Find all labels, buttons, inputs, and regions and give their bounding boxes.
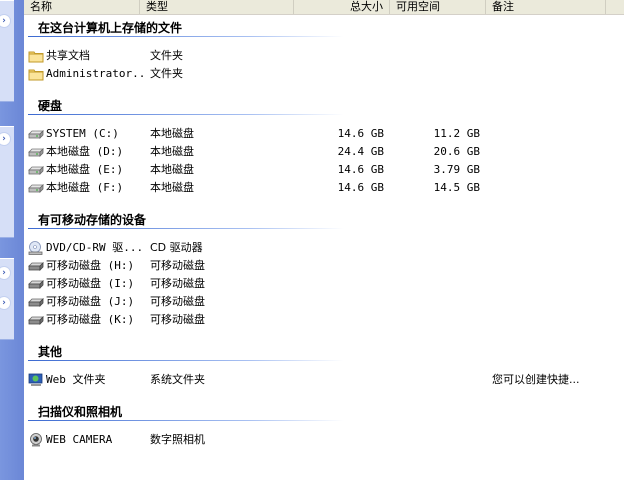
item-name: SYSTEM (C:): [46, 127, 119, 140]
item-free-space: 3.79 GB: [433, 163, 480, 176]
item-type: 文件夹: [150, 49, 183, 62]
list-item[interactable]: DVD/CD-RW 驱... CD 驱动器: [28, 239, 620, 257]
item-type: 可移动磁盘: [150, 313, 205, 326]
item-name: WEB CAMERA: [46, 433, 113, 446]
list-item[interactable]: SYSTEM (C:) 本地磁盘 14.6 GB 11.2 GB: [28, 125, 620, 143]
item-total-size: 14.6 GB: [337, 163, 384, 176]
item-total-size: 14.6 GB: [337, 127, 384, 140]
item-note: 您可以创建快捷...: [492, 373, 580, 386]
list-item[interactable]: 共享文档 文件夹: [28, 47, 620, 65]
item-name: Web 文件夹: [46, 373, 106, 386]
list-item[interactable]: 本地磁盘 (E:) 本地磁盘 14.6 GB 3.79 GB: [28, 161, 620, 179]
folder-icon: [28, 49, 44, 63]
item-type: 可移动磁盘: [150, 295, 205, 308]
item-name: Administrator...: [46, 67, 146, 80]
group-title: 硬盘: [38, 99, 63, 113]
list-item[interactable]: WEB CAMERA 数字照相机: [28, 431, 620, 449]
item-type: 本地磁盘: [150, 127, 194, 140]
item-total-size: 24.4 GB: [337, 145, 384, 158]
item-type: 本地磁盘: [150, 181, 194, 194]
item-name: 可移动磁盘 (K:): [46, 313, 135, 326]
item-name: 可移动磁盘 (J:): [46, 295, 135, 308]
group-title: 在这台计算机上存储的文件: [38, 21, 183, 35]
hard-disk-icon: [28, 145, 44, 159]
hard-disk-icon: [28, 127, 44, 141]
removable-disk-icon: [28, 313, 44, 327]
list-item[interactable]: Administrator... 文件夹: [28, 65, 620, 83]
item-free-space: 14.5 GB: [433, 181, 480, 194]
item-type: 文件夹: [150, 67, 183, 80]
group-title: 其他: [38, 345, 63, 359]
task-pane-strip: › › › ›: [0, 0, 24, 480]
group-divider: [28, 360, 344, 361]
item-type: 本地磁盘: [150, 163, 194, 176]
removable-disk-icon: [28, 277, 44, 291]
item-type: 可移动磁盘: [150, 259, 205, 272]
item-name: 可移动磁盘 (I:): [46, 277, 135, 290]
item-name: 本地磁盘 (F:): [46, 181, 124, 194]
group-title: 扫描仪和照相机: [38, 405, 123, 419]
hard-disk-icon: [28, 181, 44, 195]
item-type: 数字照相机: [150, 433, 205, 446]
list-item[interactable]: 本地磁盘 (D:) 本地磁盘 24.4 GB 20.6 GB: [28, 143, 620, 161]
camera-icon: [28, 433, 44, 447]
group-divider: [28, 420, 344, 421]
item-name: 本地磁盘 (E:): [46, 163, 124, 176]
item-type: 系统文件夹: [150, 373, 205, 386]
group-title: 有可移动存储的设备: [38, 213, 147, 227]
list-item[interactable]: 可移动磁盘 (K:) 可移动磁盘: [28, 311, 620, 329]
list-item[interactable]: 可移动磁盘 (J:) 可移动磁盘: [28, 293, 620, 311]
item-type: 可移动磁盘: [150, 277, 205, 290]
hard-disk-icon: [28, 163, 44, 177]
cd-drive-icon: [28, 241, 44, 255]
web-folder-icon: [28, 373, 44, 387]
group-divider: [28, 114, 344, 115]
item-name: 可移动磁盘 (H:): [46, 259, 135, 272]
column-header-type[interactable]: 类型: [140, 0, 294, 14]
list-item[interactable]: 可移动磁盘 (I:) 可移动磁盘: [28, 275, 620, 293]
column-header-total[interactable]: 总大小: [294, 0, 390, 14]
item-name: 本地磁盘 (D:): [46, 145, 124, 158]
column-header-free[interactable]: 可用空间: [390, 0, 486, 14]
file-list: 在这台计算机上存储的文件 共享文档 文件夹 Administrator... 文件夹 硬盘…: [24, 15, 624, 480]
column-header-bar: 名称 类型 总大小 可用空间 备注: [24, 0, 624, 15]
removable-disk-icon: [28, 295, 44, 309]
item-total-size: 14.6 GB: [337, 181, 384, 194]
list-item[interactable]: 可移动磁盘 (H:) 可移动磁盘: [28, 257, 620, 275]
item-type: CD 驱动器: [150, 241, 203, 254]
item-free-space: 11.2 GB: [433, 127, 480, 140]
removable-disk-icon: [28, 259, 44, 273]
folder-icon: [28, 67, 44, 81]
column-header-name[interactable]: 名称: [24, 0, 140, 14]
item-name: 共享文档: [46, 49, 90, 62]
list-item[interactable]: Web 文件夹 系统文件夹 您可以创建快捷...: [28, 371, 620, 389]
item-name: DVD/CD-RW 驱...: [46, 241, 144, 254]
group-divider: [28, 228, 344, 229]
group-divider: [28, 36, 344, 37]
item-type: 本地磁盘: [150, 145, 194, 158]
column-header-note[interactable]: 备注: [486, 0, 606, 14]
list-item[interactable]: 本地磁盘 (F:) 本地磁盘 14.6 GB 14.5 GB: [28, 179, 620, 197]
item-free-space: 20.6 GB: [433, 145, 480, 158]
